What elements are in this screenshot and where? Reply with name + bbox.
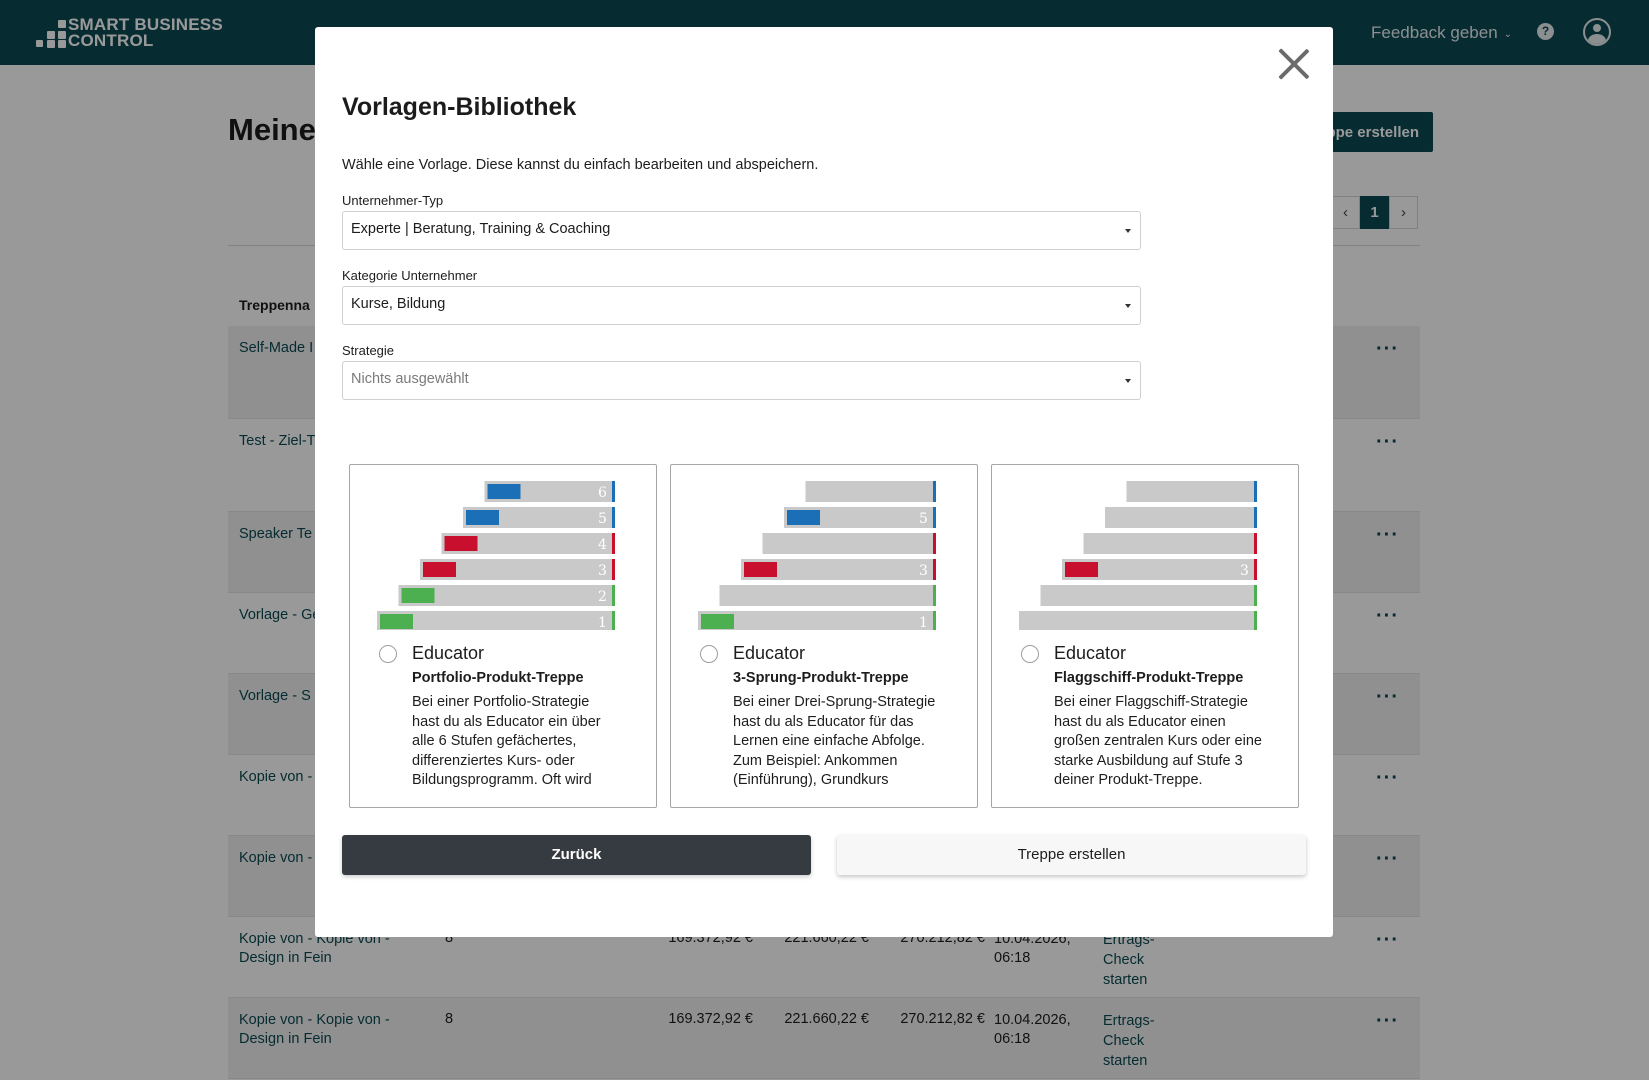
- stair-step-number: 6: [598, 485, 607, 501]
- entrepreneur-type-value: Experte | Beratung, Training & Coaching: [351, 221, 611, 237]
- entrepreneur-type-label: Unternehmer-Typ: [342, 193, 444, 208]
- stair-step-edge: [1254, 611, 1257, 630]
- stair-step-number: 3: [919, 563, 928, 579]
- template-cards: 1 2 3 4 5 6 Educator Portfolio-Produkt-Treppe…: [349, 464, 1299, 808]
- template-radio[interactable]: [700, 645, 718, 663]
- stair-step-number: 1: [598, 615, 607, 630]
- stair-step-product: [401, 588, 435, 603]
- stair-step-product: [444, 536, 478, 551]
- stair-step-product: [787, 510, 820, 525]
- template-card[interactable]: 1 2 3 4 5 6 Educator Portfolio-Produkt-Treppe…: [349, 464, 657, 808]
- stair-diagram: 3: [1019, 481, 1257, 630]
- card-description: Bei einer Drei-Sprung-Strategie hast du …: [733, 694, 936, 788]
- caret-down-icon: [1125, 304, 1131, 308]
- card-title: Portfolio-Produkt-Treppe: [412, 670, 584, 686]
- stair-step-product: [1065, 562, 1098, 577]
- back-button[interactable]: Zurück: [342, 835, 811, 875]
- stair-step-edge: [1254, 559, 1257, 580]
- stair-step: [1105, 507, 1254, 528]
- stair-step-edge: [933, 559, 936, 580]
- stair-step-edge: [1254, 507, 1257, 528]
- strategy-select[interactable]: Nichts ausgewählt: [342, 361, 1141, 400]
- stair-step-edge: [1254, 585, 1257, 606]
- caret-down-icon: [1125, 379, 1131, 383]
- stair-step-number: 5: [598, 511, 607, 527]
- stair-step-number: 1: [919, 615, 928, 630]
- stair-step-product: [744, 562, 777, 577]
- card-role: Educator: [412, 643, 485, 663]
- strategy-placeholder: Nichts ausgewählt: [351, 371, 469, 387]
- category-select[interactable]: Kurse, Bildung: [342, 286, 1141, 325]
- strategy-label: Strategie: [342, 343, 395, 358]
- stair-step: [1040, 585, 1254, 606]
- stair-step-edge: [933, 611, 936, 630]
- stair-step-number: 5: [919, 511, 928, 527]
- stair-step-edge: [1254, 481, 1257, 502]
- template-card[interactable]: 1 3 5 Educator 3-Sprung-Produkt-Treppe Bei…: [670, 464, 978, 808]
- stair-step-edge: [933, 533, 936, 554]
- stair-step-edge: [612, 559, 615, 580]
- modal-subtitle: Wähle eine Vorlage. Diese kannst du einf…: [342, 157, 819, 173]
- card-title: 3-Sprung-Produkt-Treppe: [733, 670, 909, 686]
- template-radio[interactable]: [1021, 645, 1039, 663]
- card-title: Flaggschiff-Produkt-Treppe: [1054, 670, 1244, 686]
- stair-step-product: [423, 562, 456, 577]
- stair-step-number: 4: [598, 537, 607, 553]
- caret-down-icon: [1125, 229, 1131, 233]
- stair-step-number: 3: [598, 563, 607, 579]
- stair-step: [762, 533, 933, 554]
- stair-step-edge: [612, 481, 615, 502]
- close-icon[interactable]: [1274, 44, 1314, 84]
- stair-step-edge: [933, 507, 936, 528]
- stair-step-number: 3: [1240, 563, 1249, 579]
- category-value: Kurse, Bildung: [351, 296, 446, 312]
- stair-step-product: [487, 484, 521, 499]
- template-radio[interactable]: [379, 645, 397, 663]
- create-stair-modal-button[interactable]: Treppe erstellen: [837, 835, 1306, 875]
- stair-step-edge: [933, 585, 936, 606]
- stair-step: [1019, 611, 1254, 630]
- stair-step-edge: [612, 585, 615, 606]
- stair-step-edge: [612, 533, 615, 554]
- stair-step-product: [701, 614, 734, 629]
- stair-step: [1126, 481, 1254, 502]
- template-card[interactable]: 3 Educator Flaggschiff-Produkt-Treppe Be…: [991, 464, 1299, 808]
- stair-step-edge: [933, 481, 936, 502]
- card-role: Educator: [1054, 643, 1127, 663]
- modal-title: Vorlagen-Bibliothek: [342, 93, 577, 121]
- stair-step-product: [466, 510, 499, 525]
- stair-step: [719, 585, 933, 606]
- category-label: Kategorie Unternehmer: [342, 268, 478, 283]
- stair-step-edge: [1254, 533, 1257, 554]
- stair-diagram: 1 2 3 4 5 6: [377, 481, 615, 630]
- template-library-modal: Vorlagen-Bibliothek Wähle eine Vorlage. …: [315, 27, 1333, 937]
- stair-step: [805, 481, 933, 502]
- card-description: Bei einer Flaggschiff-Strategie hast du …: [1054, 694, 1262, 788]
- entrepreneur-type-select[interactable]: Experte | Beratung, Training & Coaching: [342, 211, 1141, 250]
- stair-step-number: 2: [598, 589, 607, 605]
- card-description: Bei einer Portfolio-Strategie hast du al…: [412, 694, 601, 788]
- stair-step-edge: [612, 507, 615, 528]
- stair-diagram: 1 3 5: [698, 481, 936, 630]
- stair-step-edge: [612, 611, 615, 630]
- card-role: Educator: [733, 643, 806, 663]
- stair-step: [1083, 533, 1254, 554]
- stair-step-product: [380, 614, 413, 629]
